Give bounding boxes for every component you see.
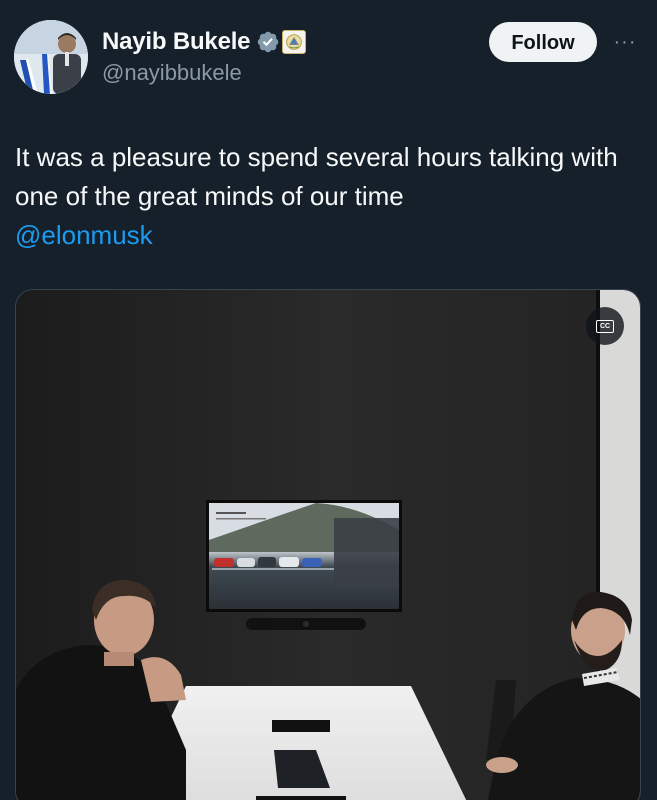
more-options-icon[interactable]: ··· xyxy=(610,30,640,54)
government-seal-icon[interactable] xyxy=(282,30,307,54)
tweet-text: It was a pleasure to spend several hours… xyxy=(15,138,635,255)
tweet: Nayib Bukele @nayibbukele Follow ··· It … xyxy=(0,0,657,800)
video-frame xyxy=(16,290,640,800)
author-handle[interactable]: @nayibbukele xyxy=(102,60,242,86)
wall-tv xyxy=(206,500,402,630)
author-name-row: Nayib Bukele xyxy=(102,28,307,56)
author-display-name[interactable]: Nayib Bukele xyxy=(102,28,251,56)
closed-captions-button[interactable]: CC xyxy=(586,307,624,345)
closed-captions-icon: CC xyxy=(596,319,614,333)
avatar-image xyxy=(14,20,88,94)
tweet-video[interactable]: CC xyxy=(15,289,641,800)
follow-button[interactable]: Follow xyxy=(489,22,597,62)
mention-link[interactable]: @elonmusk xyxy=(15,216,635,255)
avatar[interactable] xyxy=(14,20,88,94)
tweet-body: It was a pleasure to spend several hours… xyxy=(15,142,618,211)
verified-badge-icon[interactable] xyxy=(256,30,280,54)
